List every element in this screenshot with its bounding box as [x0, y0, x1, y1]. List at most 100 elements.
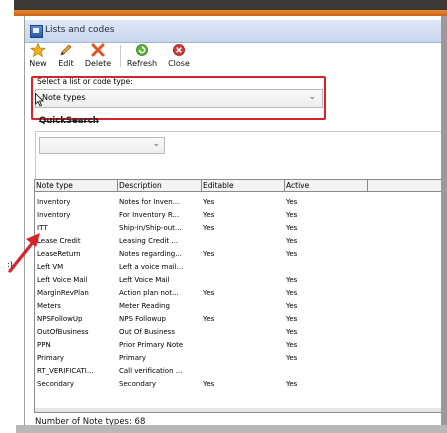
chevron-down-icon: ⌄	[152, 139, 160, 149]
window-shadow-bottom	[16, 425, 447, 433]
cell-description: Ship-in/Ship-out...	[119, 224, 182, 232]
delete-button[interactable]: Delete	[82, 43, 114, 71]
cell-editable: Yes	[203, 289, 215, 297]
title-bar: Lists and codes	[25, 20, 441, 43]
table-row[interactable]: Secondary Secondary Yes Yes	[35, 378, 441, 391]
cell-note-type: PPN	[37, 341, 51, 349]
cell-active: Yes	[286, 341, 298, 349]
app-window-icon	[30, 25, 43, 38]
table-row[interactable]: LeaseReturn Notes regarding... Yes Yes	[35, 248, 441, 261]
delete-label: Delete	[84, 59, 112, 68]
cell-description: Left Voice Mail	[119, 276, 170, 284]
cell-description: Out Of Business	[119, 328, 175, 336]
table-row[interactable]: RT_VERIFICATI... Call verification ...	[35, 365, 441, 378]
cell-note-type: Inventory	[37, 198, 71, 206]
close-label: Close	[168, 59, 190, 68]
quicksearch-dropdown[interactable]: ⌄	[39, 137, 165, 154]
horizontal-scrollbar[interactable]	[35, 408, 441, 412]
record-count: Number of Note types: 68	[35, 417, 146, 425]
edit-button[interactable]: Edit	[56, 43, 76, 71]
window-shadow-right	[440, 16, 447, 433]
table-row[interactable]: Primary Primary Yes	[35, 352, 441, 365]
quicksearch-strike	[39, 121, 99, 122]
close-button[interactable]: Close	[166, 43, 192, 71]
cell-description: Primary	[119, 354, 147, 362]
grid-header: Note type Description Editable Active	[35, 180, 441, 192]
cell-active: Yes	[286, 328, 298, 336]
column-header-description[interactable]: Description	[118, 180, 202, 191]
cell-active: Yes	[286, 198, 298, 206]
refresh-button[interactable]: Refresh	[125, 43, 159, 71]
table-row[interactable]: Inventory For Inventory R... Yes Yes	[35, 209, 441, 222]
mouse-cursor-icon	[35, 93, 44, 107]
cell-note-type: Left Voice Mail	[37, 276, 88, 284]
cell-description: Call verification ...	[119, 367, 183, 375]
refresh-label: Refresh	[126, 59, 158, 68]
cell-description: Meter Reading	[119, 302, 170, 310]
cell-description: Notes regarding...	[119, 250, 182, 258]
cell-editable: Yes	[203, 315, 215, 323]
cell-editable: Yes	[203, 380, 215, 388]
cell-active: Yes	[286, 289, 298, 297]
cell-note-type: RT_VERIFICATI...	[37, 367, 94, 375]
cell-description: Action plan not...	[119, 289, 179, 297]
edit-label: Edit	[58, 59, 74, 68]
cell-editable: Yes	[203, 250, 215, 258]
delete-x-icon	[91, 43, 105, 57]
table-row[interactable]: Left Voice Mail Left Voice Mail Yes	[35, 274, 441, 287]
cell-active: Yes	[286, 380, 298, 388]
cell-active: Yes	[286, 237, 298, 245]
grid-rows: GeneralGeneral RemarksYesYes InventoryNo…	[35, 183, 441, 391]
cell-active: Yes	[286, 224, 298, 232]
cell-note-type: Primary	[37, 354, 65, 362]
cell-note-type: Inventory	[37, 211, 71, 219]
cell-note-type: OutOfBusiness	[37, 328, 89, 336]
lists-and-codes-window: Lists and codes New Edit Delete Refresh …	[24, 16, 441, 425]
table-row[interactable]: Meters Meter Reading Yes	[35, 300, 441, 313]
table-row[interactable]: Left VM Left a voice mail...	[35, 261, 441, 274]
cell-description: Leasing Credit ...	[119, 237, 179, 245]
column-header-note-type[interactable]: Note type	[35, 180, 118, 191]
column-header-active[interactable]: Active	[285, 180, 368, 191]
cell-editable: Yes	[203, 211, 215, 219]
cell-note-type: Secondary	[37, 380, 75, 388]
cell-note-type: MarginRevPlan	[37, 289, 89, 297]
annotation-highlight-box	[31, 76, 326, 120]
cell-active: Yes	[286, 315, 298, 323]
window-title: Lists and codes	[45, 25, 115, 35]
new-button[interactable]: New	[28, 43, 48, 71]
table-row[interactable]: Lease Credit Leasing Credit ... Yes	[35, 235, 441, 248]
cell-note-type: NPSFollowUp	[37, 315, 83, 323]
cell-editable: Yes	[203, 224, 215, 232]
cell-note-type: Meters	[37, 302, 61, 310]
cell-description: Secondary	[119, 380, 157, 388]
star-icon	[30, 43, 46, 57]
close-icon	[173, 44, 185, 56]
toolbar-separator	[120, 45, 121, 67]
cell-active: Yes	[286, 302, 298, 310]
cell-active: Yes	[286, 354, 298, 362]
cell-description: Prior Primary Note	[119, 341, 184, 349]
table-row[interactable]: Inventory Notes for Inven... Yes Yes	[35, 196, 441, 209]
background-top-bar	[14, 0, 447, 10]
quicksearch-divider	[35, 131, 441, 132]
annotation-arrow-icon	[8, 233, 40, 273]
cell-description: Left a voice mail...	[119, 263, 184, 271]
cell-active: Yes	[286, 276, 298, 284]
toolbar: New Edit Delete Refresh Close	[25, 43, 441, 71]
note-types-grid: GeneralGeneral RemarksYesYes InventoryNo…	[34, 179, 441, 413]
table-row[interactable]: PPN Prior Primary Note Yes	[35, 339, 441, 352]
cell-description: Notes for Inven...	[119, 198, 180, 206]
quicksearch-left-border	[35, 131, 36, 179]
table-row[interactable]: MarginRevPlan Action plan not... Yes Yes	[35, 287, 441, 300]
new-label: New	[29, 59, 47, 68]
refresh-icon	[136, 44, 148, 56]
cell-description: For Inventory R...	[119, 211, 180, 219]
pencil-icon	[60, 44, 72, 56]
cell-active: Yes	[286, 250, 298, 258]
table-row[interactable]: ITT Ship-in/Ship-out... Yes Yes	[35, 222, 441, 235]
table-row[interactable]: OutOfBusiness Out Of Business Yes	[35, 326, 441, 339]
table-row[interactable]: NPSFollowUp NPS Followup Yes Yes	[35, 313, 441, 326]
cell-description: NPS Followup	[119, 315, 166, 323]
column-header-editable[interactable]: Editable	[202, 180, 285, 191]
